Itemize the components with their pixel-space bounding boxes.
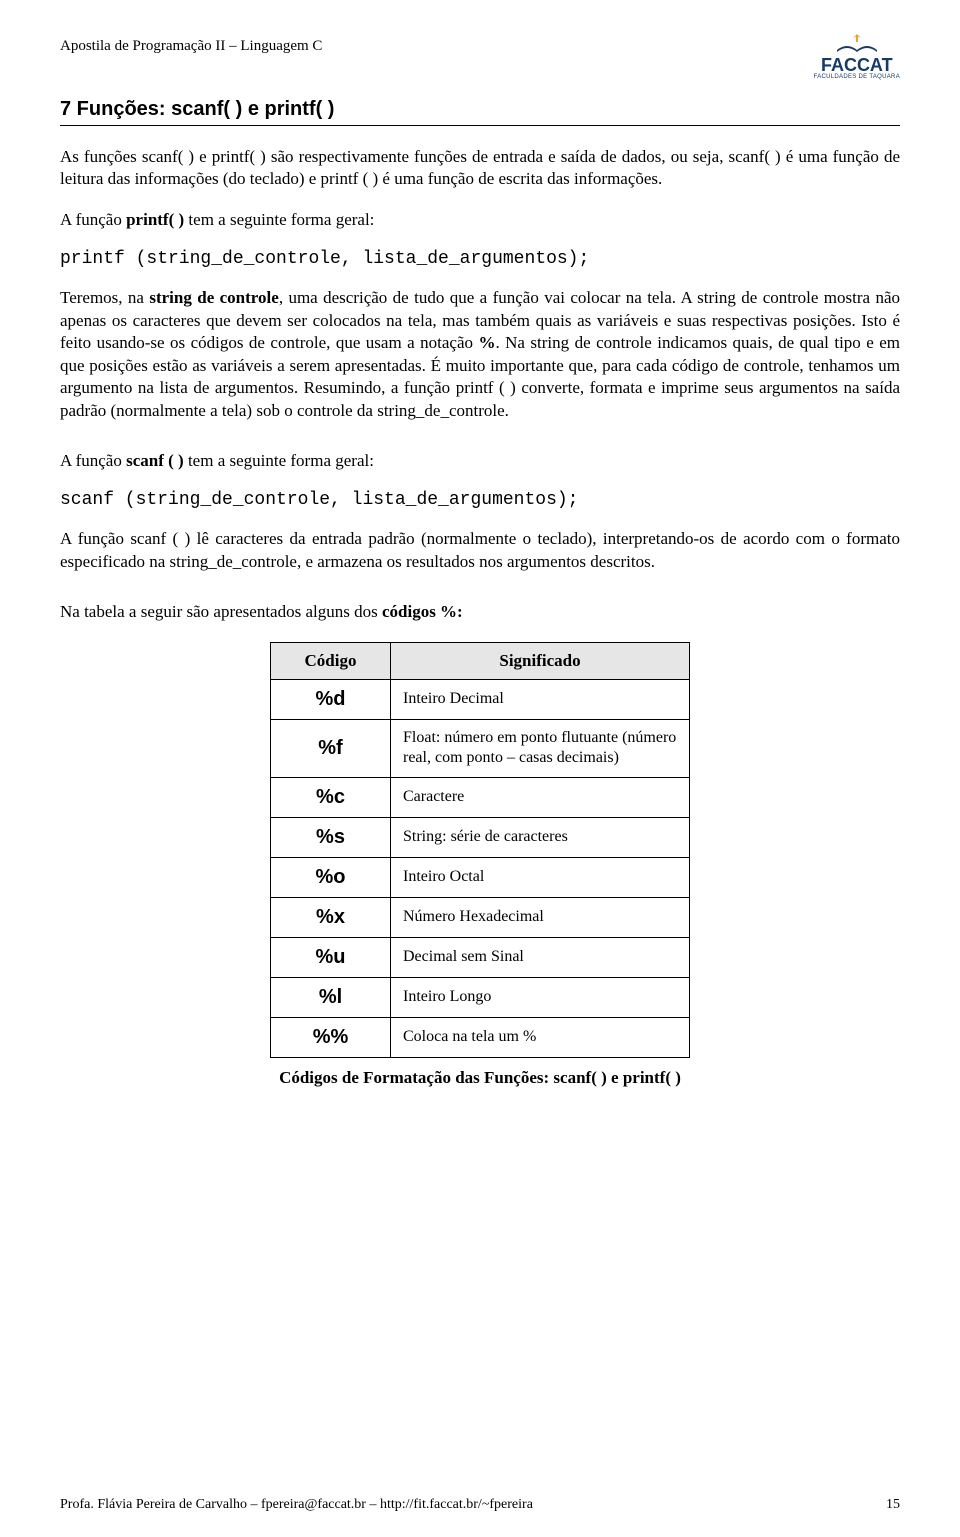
table-row: %sString: série de caracteres [271, 818, 690, 858]
doc-title: Apostila de Programação II – Linguagem C [60, 32, 322, 55]
paragraph-printf-intro: A função printf( ) tem a seguinte forma … [60, 209, 900, 231]
format-codes-table: Código Significado %dInteiro Decimal%fFl… [270, 642, 690, 1059]
table-header-row: Código Significado [271, 642, 690, 679]
col-header-code: Código [271, 642, 391, 679]
page-footer: Profa. Flávia Pereira de Carvalho – fper… [60, 1497, 900, 1513]
meaning-cell: String: série de caracteres [391, 818, 690, 858]
code-scanf: scanf (string_de_controle, lista_de_argu… [60, 490, 900, 510]
page-number: 15 [886, 1497, 900, 1513]
code-cell: %l [271, 978, 391, 1018]
paragraph-scanf-intro: A função scanf ( ) tem a seguinte forma … [60, 450, 900, 472]
logo-subtext: FACULDADES DE TAQUARA [814, 74, 900, 80]
meaning-cell: Número Hexadecimal [391, 898, 690, 938]
footer-author: Profa. Flávia Pereira de Carvalho – fper… [60, 1497, 533, 1513]
table-row: %uDecimal sem Sinal [271, 938, 690, 978]
paragraph-scanf-desc: A função scanf ( ) lê caracteres da entr… [60, 528, 900, 573]
code-cell: %f [271, 719, 391, 778]
meaning-cell: Inteiro Decimal [391, 679, 690, 719]
table-row: %cCaractere [271, 778, 690, 818]
table-row: %oInteiro Octal [271, 858, 690, 898]
book-icon [833, 32, 881, 54]
table-row: %lInteiro Longo [271, 978, 690, 1018]
code-cell: %d [271, 679, 391, 719]
logo: FACCAT FACULDADES DE TAQUARA [814, 32, 900, 80]
meaning-cell: Coloca na tela um % [391, 1018, 690, 1058]
paragraph-printf-desc: Teremos, na string de controle, uma desc… [60, 287, 900, 422]
paragraph-intro: As funções scanf( ) e printf( ) são resp… [60, 146, 900, 191]
code-cell: %x [271, 898, 391, 938]
meaning-cell: Caractere [391, 778, 690, 818]
table-caption: Códigos de Formatação das Funções: scanf… [60, 1068, 900, 1088]
logo-text: FACCAT [821, 56, 893, 74]
table-row: %xNúmero Hexadecimal [271, 898, 690, 938]
code-cell: %o [271, 858, 391, 898]
code-printf: printf (string_de_controle, lista_de_arg… [60, 249, 900, 269]
meaning-cell: Float: número em ponto flutuante (número… [391, 719, 690, 778]
code-cell: %c [271, 778, 391, 818]
meaning-cell: Inteiro Longo [391, 978, 690, 1018]
code-cell: %% [271, 1018, 391, 1058]
meaning-cell: Decimal sem Sinal [391, 938, 690, 978]
table-row: %fFloat: número em ponto flutuante (núme… [271, 719, 690, 778]
section-heading: 7 Funções: scanf( ) e printf( ) [60, 98, 900, 126]
code-cell: %u [271, 938, 391, 978]
meaning-cell: Inteiro Octal [391, 858, 690, 898]
paragraph-table-intro: Na tabela a seguir são apresentados algu… [60, 601, 900, 623]
table-row: %%Coloca na tela um % [271, 1018, 690, 1058]
code-cell: %s [271, 818, 391, 858]
page-header: Apostila de Programação II – Linguagem C… [60, 32, 900, 80]
table-row: %dInteiro Decimal [271, 679, 690, 719]
col-header-meaning: Significado [391, 642, 690, 679]
